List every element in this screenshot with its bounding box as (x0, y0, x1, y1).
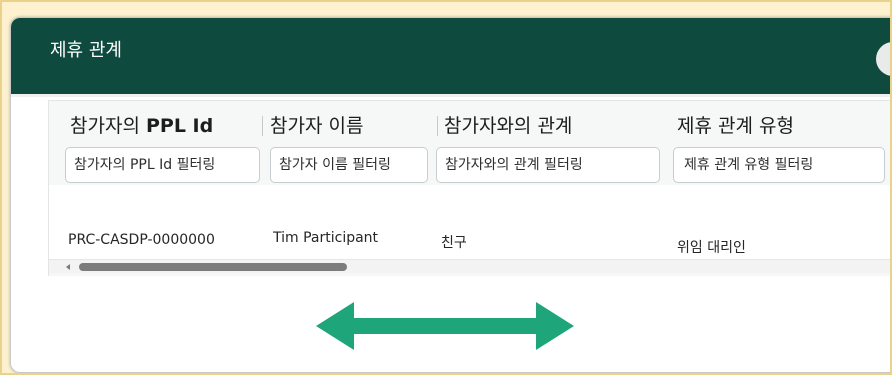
table-row[interactable]: PRC-CASDP-0000000 Tim Participant 친구 위임 … (49, 185, 892, 259)
horizontal-scrollbar[interactable] (49, 259, 892, 273)
ppl-id-filter-input[interactable]: 참가자의 PPL Id 필터링 (65, 147, 260, 183)
double-headed-arrow-icon (316, 302, 574, 350)
header-action-button[interactable] (876, 42, 892, 76)
cell-relationship: 친구 (441, 235, 467, 251)
panel-header: 제휴 관계 (11, 18, 892, 94)
header-divider (11, 94, 892, 97)
cell-name: Tim Participant (273, 230, 379, 246)
panel-title: 제휴 관계 (50, 40, 122, 61)
scrollbar-thumb[interactable] (79, 263, 347, 271)
column-divider[interactable] (262, 116, 263, 136)
scroll-left-icon[interactable] (66, 264, 70, 270)
cell-ppl-id: PRC-CASDP-0000000 (68, 232, 215, 248)
column-divider[interactable] (437, 116, 438, 136)
column-header-ppl-id[interactable]: 참가자의 PPL Id (70, 112, 213, 140)
column-header-affiliation-type[interactable]: 제휴 관계 유형 (677, 112, 794, 140)
relationship-filter-input[interactable]: 참가자와의 관계 필터링 (436, 147, 660, 183)
cell-affiliation-type: 위임 대리인 (677, 240, 746, 256)
column-header-relationship[interactable]: 참가자와의 관계 (444, 112, 572, 140)
affiliation-type-filter-input[interactable]: 제휴 관계 유형 필터링 (673, 147, 885, 183)
name-filter-input[interactable]: 참가자 이름 필터링 (270, 147, 428, 183)
column-header-name[interactable]: 참가자 이름 (270, 112, 363, 140)
